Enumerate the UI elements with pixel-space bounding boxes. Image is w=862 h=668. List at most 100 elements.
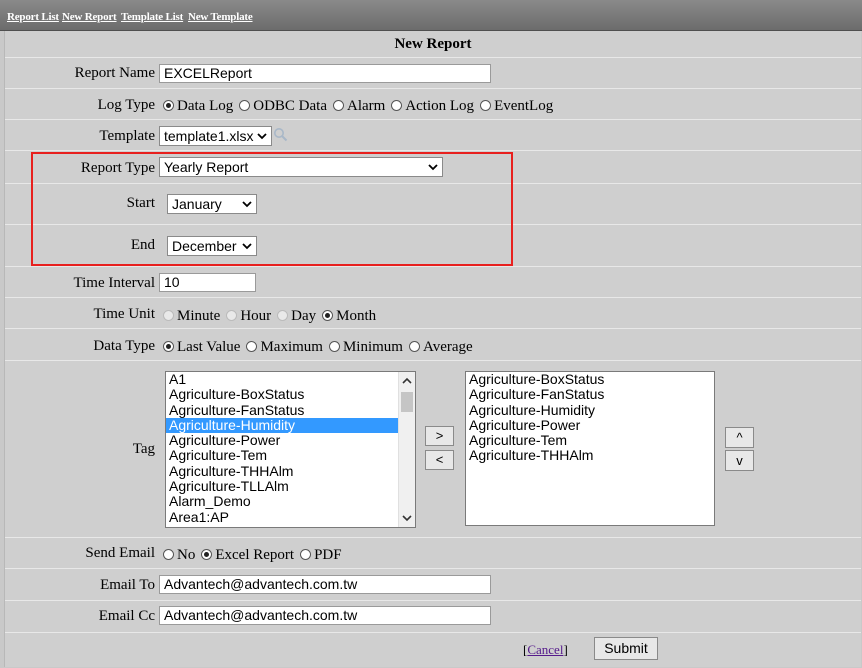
nav-template-list-link[interactable]: Template List [121, 11, 183, 23]
report-name-label: Report Name [74, 65, 155, 81]
radio-icon [163, 549, 174, 560]
time-unit-option-minute[interactable]: Minute [163, 308, 220, 325]
report-type-row: Report Type Yearly Report [5, 151, 861, 184]
send-email-option-no[interactable]: No [163, 547, 195, 564]
selected-tags-list[interactable]: Agriculture-BoxStatus Agriculture-FanStat… [465, 371, 715, 526]
radio-icon [239, 100, 251, 111]
scroll-thumb[interactable] [401, 392, 413, 412]
chevron-down-icon [257, 133, 267, 140]
list-item[interactable]: Agriculture-Humidity [466, 402, 714, 418]
report-type-select[interactable]: Yearly Report [159, 157, 443, 177]
list-item[interactable]: Agriculture-THHAlm [466, 448, 714, 463]
list-item[interactable]: Agriculture-Humidity [166, 417, 415, 434]
send-email-row: Send Email No Excel Report PDF [5, 538, 861, 569]
list-item[interactable]: Agriculture-Tem [466, 433, 714, 448]
time-unit-option-hour[interactable]: Hour [226, 308, 271, 325]
radio-icon [408, 341, 420, 352]
list-item[interactable]: A1 [166, 372, 415, 387]
scroll-down-icon[interactable] [401, 513, 413, 523]
start-row: Start January [5, 184, 861, 225]
time-interval-row: Time Interval 10 [5, 267, 861, 298]
time-interval-label: Time Interval [73, 275, 155, 291]
log-type-option-odbc-data[interactable]: ODBC Data [239, 98, 327, 115]
list-item[interactable]: Area1:AP [166, 509, 415, 525]
data-type-option-minimum[interactable]: Minimum [328, 339, 403, 356]
log-type-option-eventlog[interactable]: EventLog [480, 98, 553, 115]
report-name-input[interactable]: EXCELReport [159, 64, 491, 83]
list-item[interactable]: Agriculture-Tem [166, 448, 415, 463]
nav-new-report-link[interactable]: New Report [62, 11, 117, 23]
new-report-form: New Report Report Name EXCELReport Log T… [4, 31, 861, 667]
move-down-button[interactable]: v [725, 450, 754, 471]
send-email-label: Send Email [85, 545, 155, 561]
email-cc-input[interactable]: Advantech@advantech.com.tw [159, 606, 491, 625]
log-type-option-alarm[interactable]: Alarm [332, 98, 385, 115]
start-label: Start [126, 195, 155, 211]
send-email-option-excel-report[interactable]: Excel Report [201, 547, 294, 564]
data-type-option-last-value[interactable]: Last Value [163, 339, 240, 356]
radio-icon [163, 341, 174, 352]
list-item[interactable]: Agriculture-FanStatus [166, 402, 415, 418]
radio-label: Last Value [177, 339, 241, 355]
template-row: Template template1.xlsx [5, 120, 861, 151]
email-to-input[interactable]: Advantech@advantech.com.tw [159, 575, 491, 594]
time-unit-option-month[interactable]: Month [322, 308, 376, 325]
time-unit-label: Time Unit [93, 306, 155, 322]
scroll-up-icon[interactable] [401, 376, 413, 386]
log-type-option-action-log[interactable]: Action Log [391, 98, 474, 115]
available-tags-list[interactable]: A1 Agriculture-BoxStatus Agriculture-FanSt… [165, 371, 416, 528]
time-unit-option-day[interactable]: Day [277, 308, 316, 325]
list-item[interactable]: Agriculture-BoxStatus [466, 372, 714, 387]
send-email-option-pdf[interactable]: PDF [300, 547, 342, 564]
radio-icon [246, 341, 258, 352]
send-email-radio-group: No Excel Report PDF [163, 547, 348, 564]
radio-label: Hour [240, 308, 272, 324]
start-month-value: January [172, 196, 222, 212]
log-type-radio-group: Data Log ODBC Data Alarm Action Log EventLog [163, 98, 559, 115]
add-tag-button[interactable]: > [425, 426, 454, 446]
remove-tag-button[interactable]: < [425, 450, 454, 470]
radio-label: Month [336, 308, 377, 324]
template-select[interactable]: template1.xlsx [159, 126, 272, 146]
search-icon[interactable] [273, 127, 288, 142]
radio-label: Action Log [405, 98, 475, 114]
list-item[interactable]: Agriculture-Power [166, 433, 415, 448]
form-footer: [Cancel] Submit [5, 633, 861, 667]
data-type-row: Data Type Last Value Maximum Minimum Averag… [5, 329, 861, 361]
data-type-option-average[interactable]: Average [408, 339, 473, 356]
radio-icon [480, 100, 492, 111]
report-type-label: Report Type [80, 160, 155, 176]
email-to-label: Email To [100, 577, 155, 593]
report-type-select-value: Yearly Report [164, 159, 249, 175]
end-month-value: December [172, 238, 237, 254]
log-type-option-data-log[interactable]: Data Log [163, 98, 233, 115]
radio-icon [201, 549, 213, 560]
list-item[interactable]: Agriculture-TLLAlm [166, 478, 415, 494]
list-item[interactable]: Agriculture-THHAlm [166, 463, 415, 479]
list-item[interactable]: Agriculture-BoxStatus [166, 387, 415, 402]
radio-icon [300, 549, 312, 560]
radio-label: Average [422, 339, 473, 355]
radio-label: EventLog [494, 98, 554, 114]
nav-report-list-link[interactable]: Report List [7, 11, 59, 23]
radio-label: Maximum [260, 339, 323, 355]
list-item[interactable]: Agriculture-FanStatus [466, 387, 714, 402]
radio-icon [163, 100, 174, 111]
radio-icon [226, 310, 238, 321]
time-interval-input[interactable]: 10 [159, 273, 256, 292]
log-type-label: Log Type [97, 97, 155, 113]
list-item[interactable]: Agriculture-Power [466, 417, 714, 433]
start-month-select[interactable]: January [167, 194, 257, 214]
submit-button[interactable]: Submit [594, 637, 658, 660]
radio-icon [391, 100, 403, 111]
end-month-select[interactable]: December [167, 236, 257, 256]
move-up-button[interactable]: ^ [725, 427, 754, 448]
cancel-link[interactable]: Cancel [527, 642, 563, 657]
available-tags-scrollbar[interactable] [398, 372, 415, 527]
data-type-option-maximum[interactable]: Maximum [246, 339, 323, 356]
radio-icon [328, 341, 340, 352]
radio-label: Minimum [342, 339, 403, 355]
radio-icon [277, 310, 289, 321]
nav-new-template-link[interactable]: New Template [188, 11, 253, 23]
list-item[interactable]: Alarm_Demo [166, 494, 415, 509]
